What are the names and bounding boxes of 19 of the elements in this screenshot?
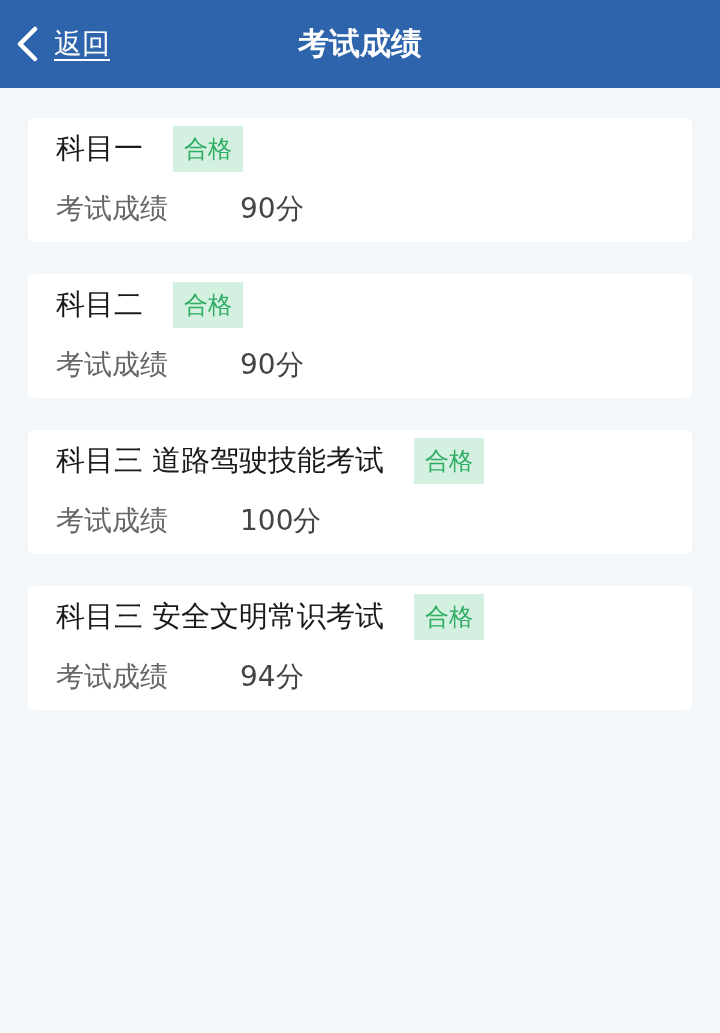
subject-name: 科目一 — [56, 130, 143, 167]
score-value: 90分 — [240, 347, 304, 383]
subject-name: 科目三 道路驾驶技能考试 — [56, 442, 385, 479]
subject-name: 科目三 安全文明常识考试 — [56, 598, 385, 635]
back-chevron-icon — [16, 26, 38, 62]
score-value: 94分 — [240, 659, 304, 695]
status-tag: 合格 — [173, 282, 243, 328]
score-value: 100分 — [240, 503, 322, 539]
page-title: 考试成绩 — [298, 25, 422, 61]
back-link[interactable]: 返回 — [0, 25, 110, 63]
status-tag: 合格 — [414, 594, 485, 640]
status-tag: 合格 — [414, 438, 485, 484]
subject-name: 科目二 — [56, 286, 143, 323]
score-label: 考试成绩 — [56, 659, 169, 695]
score-label: 考试成绩 — [56, 347, 169, 383]
score-label: 考试成绩 — [56, 503, 169, 539]
score-value: 90分 — [240, 191, 304, 227]
status-tag: 合格 — [173, 126, 243, 172]
score-label: 考试成绩 — [56, 191, 169, 227]
